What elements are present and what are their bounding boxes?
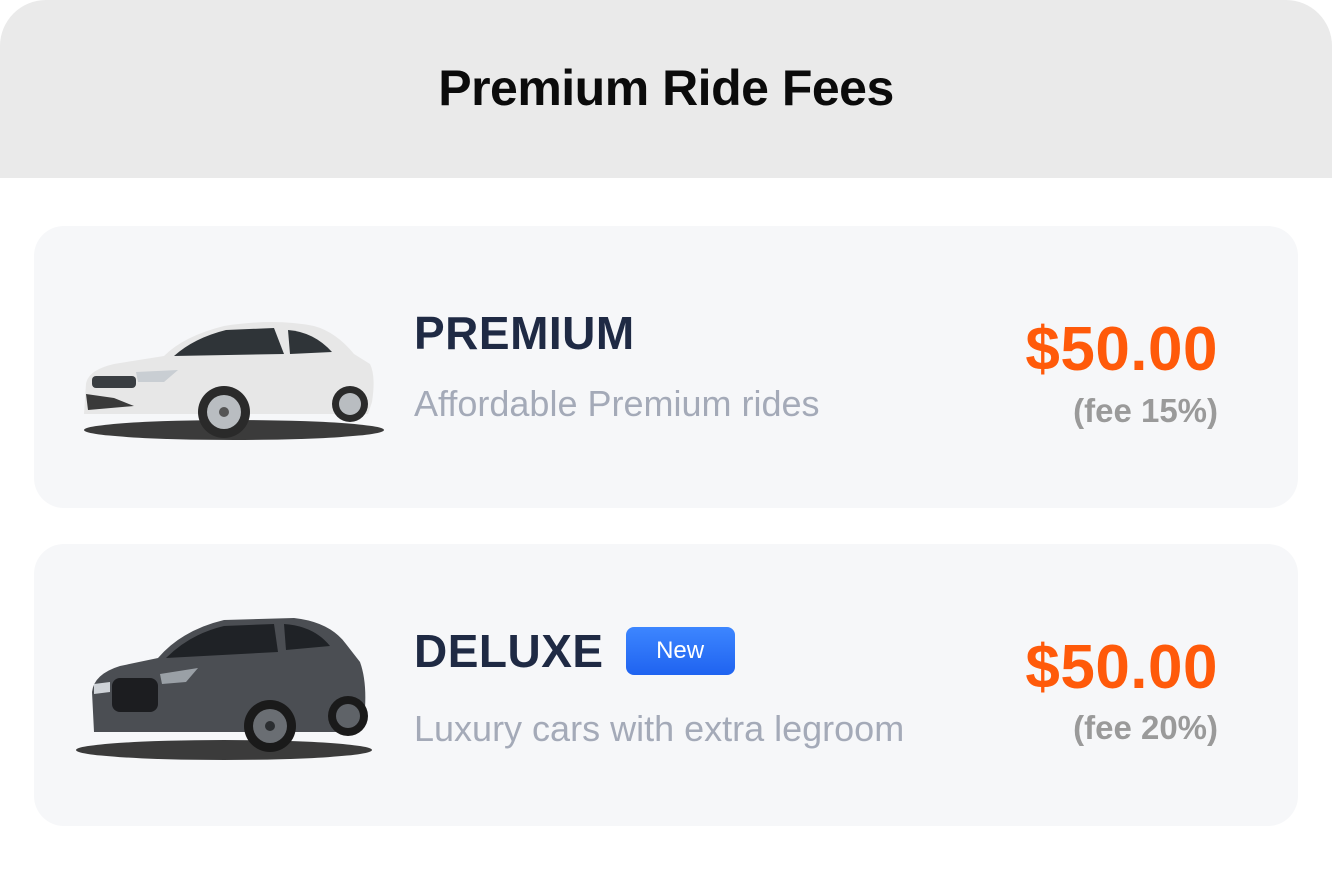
new-badge: New (625, 627, 735, 675)
ride-option-deluxe[interactable]: DELUXE New Luxury cars with extra legroo… (34, 544, 1298, 826)
tier-name-row: DELUXE New (414, 624, 735, 678)
tier-name-row: PREMIUM (414, 306, 635, 360)
tier-description: Luxury cars with extra legroom (414, 708, 905, 749)
white-sedan-car-icon (84, 322, 384, 440)
dark-gray-suv-car-icon (76, 618, 372, 760)
fee-percentage: (fee 15%) (1073, 392, 1218, 429)
ride-price: $50.00 (1025, 633, 1218, 702)
ride-fees-sheet: Premium Ride Fees PREMIUM Affordable Pre… (0, 0, 1332, 886)
page-title: Premium Ride Fees (438, 60, 894, 116)
ride-price: $50.00 (1025, 315, 1218, 384)
ride-option-premium[interactable]: PREMIUM Affordable Premium rides $50.00 … (34, 226, 1298, 508)
fee-percentage: (fee 20%) (1073, 709, 1218, 746)
tier-name: PREMIUM (414, 307, 635, 359)
tier-description: Affordable Premium rides (414, 383, 820, 424)
tier-name: DELUXE (414, 625, 604, 677)
header: Premium Ride Fees (0, 0, 1332, 178)
